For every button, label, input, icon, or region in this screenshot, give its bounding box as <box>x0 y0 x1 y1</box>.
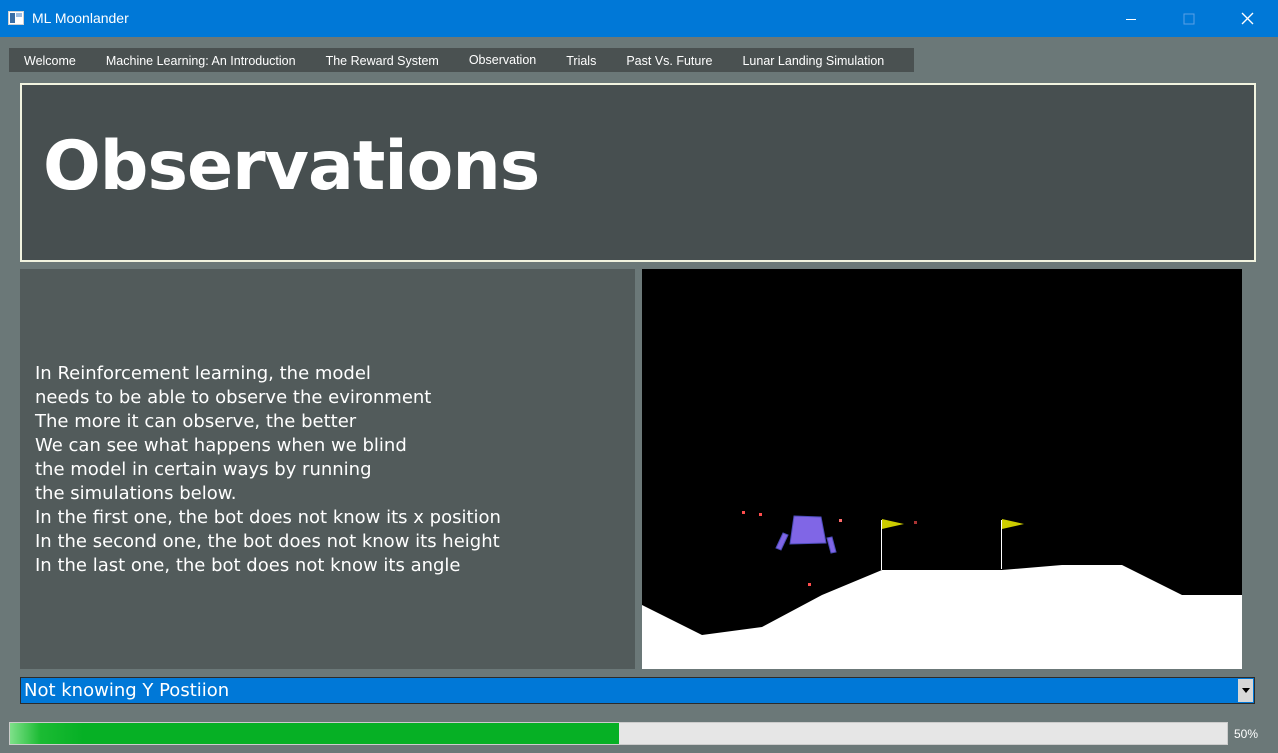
explanation-line: In the last one, the bot does not know i… <box>35 555 461 576</box>
explanation-line: the model in certain ways by running <box>35 459 372 480</box>
dropdown-arrow-button[interactable] <box>1238 679 1253 702</box>
close-button[interactable] <box>1218 0 1276 37</box>
explanation-line: the simulations below. <box>35 483 237 504</box>
tab-bar: Welcome Machine Learning: An Introductio… <box>9 48 915 72</box>
window-title: ML Moonlander <box>32 10 129 26</box>
minimize-button[interactable] <box>1102 0 1160 37</box>
progress-fill <box>10 723 619 744</box>
tab-past-vs-future[interactable]: Past Vs. Future <box>611 48 727 72</box>
chevron-down-icon <box>1241 688 1250 693</box>
tab-trials[interactable]: Trials <box>551 48 611 72</box>
explanation-text: In Reinforcement learning, the model nee… <box>35 362 501 578</box>
progress-bar <box>9 722 1228 745</box>
minimize-icon <box>1126 18 1136 20</box>
explanation-line: In Reinforcement learning, the model <box>35 363 371 384</box>
tab-reward-system[interactable]: The Reward System <box>311 48 454 72</box>
close-icon <box>1241 12 1253 25</box>
tab-ml-introduction[interactable]: Machine Learning: An Introduction <box>91 48 311 72</box>
simulation-view <box>642 269 1242 669</box>
maximize-icon <box>1183 13 1195 24</box>
tab-welcome[interactable]: Welcome <box>9 48 91 72</box>
tab-lunar-landing-simulation[interactable]: Lunar Landing Simulation <box>727 48 899 72</box>
simulation-select[interactable]: Not knowing Y Postiion <box>20 677 1255 704</box>
progress-label: 50% <box>1234 727 1259 741</box>
simulation-select-value: Not knowing Y Postiion <box>24 680 230 701</box>
tab-observation[interactable]: Observation <box>454 48 551 72</box>
title-bar: ML Moonlander <box>0 0 1278 37</box>
explanation-line: We can see what happens when we blind <box>35 435 407 456</box>
page-title: Observations <box>43 127 540 206</box>
header-panel: Observations <box>20 83 1256 262</box>
lander-body <box>789 515 827 545</box>
explanation-line: needs to be able to observe the evironme… <box>35 387 432 408</box>
app-window-icon <box>8 11 24 25</box>
explanation-line: In the second one, the bot does not know… <box>35 531 500 552</box>
lunar-lander-scene <box>642 269 1242 669</box>
explanation-panel: In Reinforcement learning, the model nee… <box>20 269 635 669</box>
maximize-button[interactable] <box>1160 0 1218 37</box>
explanation-line: In the first one, the bot does not know … <box>35 507 501 528</box>
explanation-line: The more it can observe, the better <box>35 411 357 432</box>
